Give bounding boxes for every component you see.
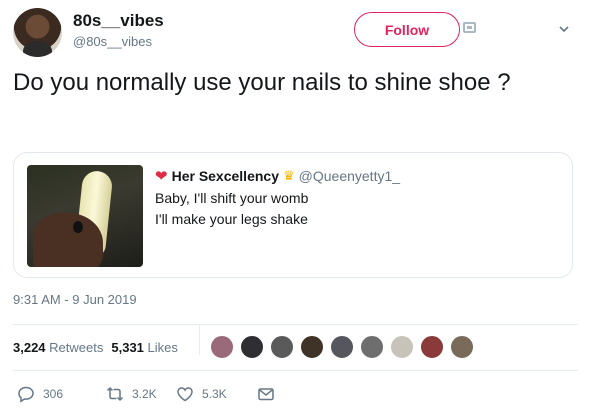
liker-avatar[interactable] [330, 335, 354, 359]
nail-shape [73, 221, 83, 233]
like-icon [177, 387, 193, 402]
display-name[interactable]: 80s__vibes [73, 11, 164, 31]
liker-avatars [210, 335, 480, 359]
app-icon [463, 22, 476, 33]
like-action[interactable]: 5.3K [176, 385, 227, 403]
likes-count: 5,331 [111, 340, 144, 355]
likes-label: Likes [147, 340, 178, 355]
liker-avatar[interactable] [390, 335, 414, 359]
tweet-header: 80s__vibes @80s__vibes Follow [0, 0, 591, 62]
user-handle[interactable]: @80s__vibes [73, 34, 152, 49]
quoted-tweet-header: ❤ Her Sexcellency ♛ @Queenyetty1_ [155, 167, 400, 185]
reply-icon [18, 386, 34, 403]
retweets-stat[interactable]: 3,224 Retweets [13, 340, 103, 355]
retweet-count: 3.2K [132, 387, 157, 401]
retweet-action[interactable]: 3.2K [106, 385, 157, 403]
liker-avatar[interactable] [300, 335, 324, 359]
avatar[interactable] [13, 8, 62, 57]
quoted-tweet-card[interactable]: ❤ Her Sexcellency ♛ @Queenyetty1_ Baby, … [13, 152, 573, 278]
liker-avatar[interactable] [450, 335, 474, 359]
liker-avatar[interactable] [270, 335, 294, 359]
retweet-icon [106, 386, 124, 402]
message-icon [258, 388, 274, 401]
divider [13, 370, 578, 371]
hand-shape [33, 213, 103, 267]
reply-count: 306 [43, 387, 64, 401]
retweets-label: Retweets [49, 340, 104, 355]
stats-separator [199, 325, 200, 355]
follow-button[interactable]: Follow [354, 12, 460, 47]
tweet-text: Do you normally use your nails to shine … [13, 69, 511, 96]
quoted-display-name: Her Sexcellency [171, 168, 279, 184]
tweet-stats: 3,224 Retweets 5,331 Likes [13, 340, 178, 355]
tweet-actions: 306 3.2K 5.3K [13, 385, 578, 407]
likes-stat[interactable]: 5,331 Likes [111, 340, 178, 355]
tweet-timestamp[interactable]: 9:31 AM - 9 Jun 2019 [13, 292, 137, 307]
liker-avatar[interactable] [420, 335, 444, 359]
quoted-text-line: I'll make your legs shake [155, 211, 308, 227]
quoted-tweet-image[interactable] [27, 165, 143, 267]
divider [13, 324, 578, 325]
retweets-count: 3,224 [13, 340, 46, 355]
heart-emoji: ❤ [155, 168, 168, 185]
message-action[interactable] [257, 385, 283, 403]
liker-avatar[interactable] [360, 335, 384, 359]
quoted-text-line: Baby, I'll shift your womb [155, 190, 309, 206]
reply-action[interactable]: 306 [17, 385, 63, 403]
like-count: 5.3K [202, 387, 227, 401]
liker-avatar[interactable] [210, 335, 234, 359]
crown-emoji: ♛ [282, 168, 295, 183]
liker-avatar[interactable] [240, 335, 264, 359]
chevron-down-icon[interactable] [559, 24, 569, 34]
quoted-handle: @Queenyetty1_ [298, 168, 401, 184]
